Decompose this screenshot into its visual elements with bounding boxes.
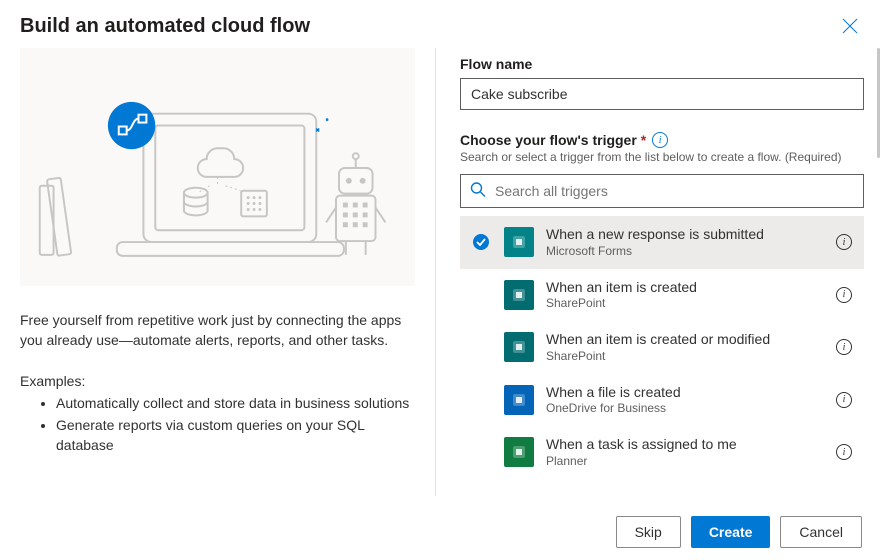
trigger-item[interactable]: When an item is createdSharePoint i [460, 269, 864, 322]
required-asterisk: * [641, 132, 646, 148]
info-icon[interactable]: i [652, 132, 668, 148]
trigger-title: When an item is created [546, 279, 824, 297]
trigger-search-input[interactable] [460, 174, 864, 208]
trigger-title: When an item is created or modified [546, 331, 824, 349]
flow-illustration [20, 48, 415, 286]
dialog-header: Build an automated cloud flow [0, 0, 882, 48]
close-icon [842, 18, 858, 34]
trigger-text: When a file is createdOneDrive for Busin… [546, 384, 824, 417]
trigger-text: When an item is createdSharePoint [546, 279, 824, 312]
skip-button[interactable]: Skip [616, 516, 681, 548]
example-item: Automatically collect and store data in … [56, 393, 415, 413]
trigger-title: When a file is created [546, 384, 824, 402]
examples-label: Examples: [20, 373, 415, 389]
connector-icon [504, 437, 534, 467]
connector-icon [504, 385, 534, 415]
trigger-info-icon[interactable]: i [836, 444, 852, 460]
example-item: Generate reports via custom queries on y… [56, 415, 415, 456]
left-panel: Free yourself from repetitive work just … [0, 48, 435, 496]
connector-icon [504, 227, 534, 257]
search-wrapper [460, 174, 864, 208]
dialog-footer: Skip Create Cancel [0, 504, 882, 560]
check-icon [473, 234, 489, 250]
dialog-content: Free yourself from repetitive work just … [0, 48, 882, 496]
trigger-info-icon[interactable]: i [836, 287, 852, 303]
flow-name-input[interactable] [460, 78, 864, 110]
trigger-text: When a task is assigned to mePlanner [546, 436, 824, 469]
trigger-info-icon[interactable]: i [836, 339, 852, 355]
flow-name-label: Flow name [460, 56, 864, 72]
trigger-help-text: Search or select a trigger from the list… [460, 150, 864, 164]
trigger-radio-slot [470, 234, 492, 250]
trigger-text: When a new response is submittedMicrosof… [546, 226, 824, 259]
trigger-item[interactable]: When a file is createdOneDrive for Busin… [460, 374, 864, 427]
trigger-item[interactable]: When a task is assigned to mePlanner i [460, 426, 864, 479]
trigger-text: When an item is created or modifiedShare… [546, 331, 824, 364]
connector-icon [504, 280, 534, 310]
dialog-title: Build an automated cloud flow [20, 15, 310, 38]
close-button[interactable] [838, 14, 862, 38]
trigger-service: SharePoint [546, 296, 824, 311]
trigger-service: Microsoft Forms [546, 244, 824, 259]
trigger-item[interactable]: When an item is created or modifiedShare… [460, 321, 864, 374]
trigger-list: When a new response is submittedMicrosof… [460, 216, 864, 479]
connector-icon [504, 332, 534, 362]
search-icon [470, 182, 486, 201]
cancel-button[interactable]: Cancel [780, 516, 862, 548]
trigger-service: Planner [546, 454, 824, 469]
trigger-info-icon[interactable]: i [836, 234, 852, 250]
scrollbar-thumb[interactable] [877, 48, 880, 158]
trigger-item[interactable]: When a new response is submittedMicrosof… [460, 216, 864, 269]
create-button[interactable]: Create [691, 516, 771, 548]
trigger-title: When a task is assigned to me [546, 436, 824, 454]
right-panel: Flow name Choose your flow's trigger * i… [436, 48, 882, 496]
trigger-service: SharePoint [546, 349, 824, 364]
trigger-title: When a new response is submitted [546, 226, 824, 244]
trigger-service: OneDrive for Business [546, 401, 824, 416]
description-text: Free yourself from repetitive work just … [20, 310, 415, 351]
examples-list: Automatically collect and store data in … [20, 393, 415, 456]
trigger-info-icon[interactable]: i [836, 392, 852, 408]
trigger-section-label: Choose your flow's trigger * [460, 132, 646, 148]
illustration-svg [20, 48, 415, 286]
